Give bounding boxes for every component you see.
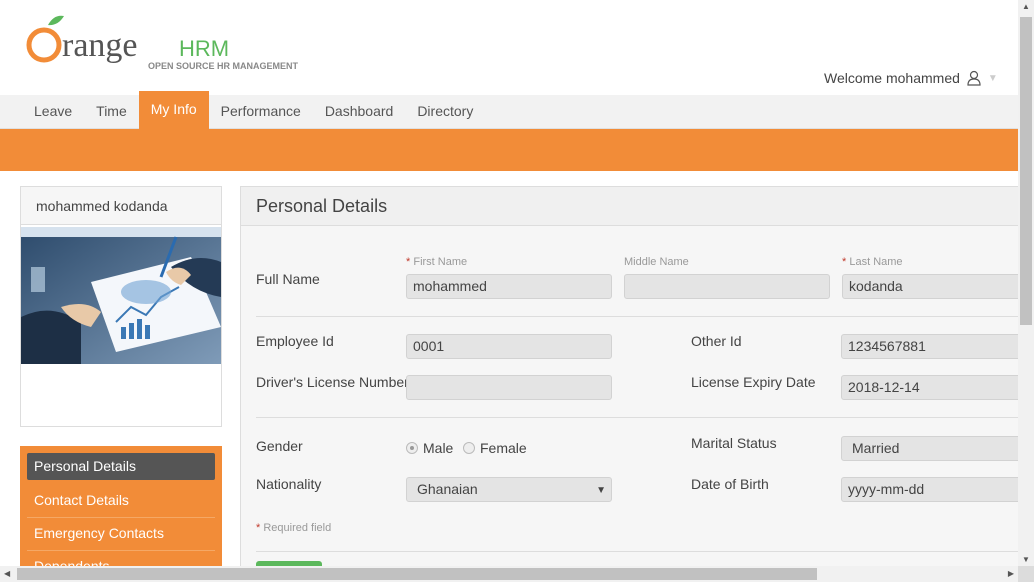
divider bbox=[256, 551, 1018, 552]
personal-details-panel: Personal Details Full Name * First Name … bbox=[240, 186, 1018, 566]
scroll-down-icon[interactable]: ▼ bbox=[1022, 555, 1030, 564]
scrollbar-corner bbox=[1018, 566, 1034, 582]
required-field-note: * Required field bbox=[256, 522, 331, 534]
employee-id-input[interactable]: 0001 bbox=[406, 334, 612, 359]
orangehrm-logo[interactable]: range HRM OPEN SOURCE HR MANAGEMENT bbox=[24, 12, 324, 72]
license-expiry-input[interactable]: 2018-12-14 bbox=[841, 375, 1018, 400]
license-number-label: Driver's License Number bbox=[256, 374, 409, 390]
profile-name: mohammed kodanda bbox=[21, 187, 221, 225]
logo-tagline: OPEN SOURCE HR MANAGEMENT bbox=[148, 61, 299, 71]
nationality-label: Nationality bbox=[256, 476, 322, 492]
required-marker: * bbox=[256, 522, 261, 534]
horizontal-scroll-thumb[interactable] bbox=[17, 568, 817, 580]
nationality-select[interactable]: Ghanaian ▼ bbox=[406, 477, 612, 502]
marital-status-label: Marital Status bbox=[691, 435, 777, 451]
license-expiry-label: License Expiry Date bbox=[691, 374, 816, 390]
last-name-input[interactable]: kodanda bbox=[842, 274, 1018, 299]
gender-female-radio[interactable]: Female bbox=[463, 440, 527, 456]
nav-performance[interactable]: Performance bbox=[209, 95, 313, 128]
panel-title: Personal Details bbox=[241, 187, 1018, 226]
other-id-label: Other Id bbox=[691, 333, 742, 349]
nationality-value: Ghanaian bbox=[417, 481, 478, 497]
profile-card: mohammed kodanda bbox=[20, 186, 222, 427]
welcome-menu[interactable]: Welcome mohammed ▼ bbox=[824, 70, 998, 86]
nav-dashboard[interactable]: Dashboard bbox=[313, 95, 406, 128]
side-item-contact-details[interactable]: Contact Details bbox=[27, 485, 215, 518]
sub-nav-bar bbox=[0, 129, 1018, 171]
dropdown-arrow-icon[interactable]: ▼ bbox=[596, 483, 606, 498]
employee-id-label: Employee Id bbox=[256, 333, 334, 349]
side-item-dependents[interactable]: Dependents bbox=[27, 551, 215, 566]
scroll-up-icon[interactable]: ▲ bbox=[1022, 2, 1030, 11]
gender-label: Gender bbox=[256, 438, 303, 454]
logo-hrm-text: HRM bbox=[179, 36, 229, 61]
gender-male-radio[interactable]: Male bbox=[406, 440, 453, 456]
last-name-label: * Last Name bbox=[842, 256, 903, 268]
last-name-label-text: Last Name bbox=[849, 256, 903, 268]
divider bbox=[256, 316, 1018, 317]
required-marker: * bbox=[842, 256, 847, 268]
nav-leave[interactable]: Leave bbox=[22, 95, 84, 128]
date-of-birth-input[interactable]: yyyy-mm-dd bbox=[841, 477, 1018, 502]
scroll-left-icon[interactable]: ◀ bbox=[4, 569, 10, 578]
first-name-label-text: First Name bbox=[413, 256, 468, 268]
gender-male-label: Male bbox=[423, 440, 454, 456]
license-number-input[interactable] bbox=[406, 375, 612, 400]
side-menu: Personal Details Contact Details Emergen… bbox=[20, 446, 222, 566]
chevron-down-icon[interactable]: ▼ bbox=[988, 73, 998, 84]
other-id-input[interactable]: 1234567881 bbox=[841, 334, 1018, 359]
radio-unselected-icon[interactable] bbox=[463, 442, 475, 454]
middle-name-input[interactable] bbox=[624, 274, 830, 299]
vertical-scroll-thumb[interactable] bbox=[1020, 17, 1032, 325]
nav-my-info[interactable]: My Info bbox=[138, 91, 209, 129]
profile-photo[interactable] bbox=[21, 227, 221, 364]
main-nav: Leave Time My Info Performance Dashboard… bbox=[0, 91, 1018, 129]
user-icon[interactable] bbox=[966, 70, 982, 86]
first-name-input[interactable]: mohammed bbox=[406, 274, 612, 299]
nav-directory[interactable]: Directory bbox=[405, 95, 485, 128]
logo-text: range bbox=[62, 27, 138, 64]
date-of-birth-label: Date of Birth bbox=[691, 476, 769, 492]
side-item-personal-details[interactable]: Personal Details bbox=[27, 453, 215, 480]
browser-viewport: range HRM OPEN SOURCE HR MANAGEMENT Welc… bbox=[0, 0, 1018, 566]
required-note-text: Required field bbox=[263, 522, 332, 534]
vertical-scrollbar[interactable]: ▲ ▼ bbox=[1018, 0, 1034, 566]
first-name-label: * First Name bbox=[406, 256, 467, 268]
gender-female-label: Female bbox=[480, 440, 527, 456]
nav-time[interactable]: Time bbox=[84, 95, 139, 128]
horizontal-scrollbar[interactable]: ◀ ▶ bbox=[0, 566, 1018, 582]
welcome-text[interactable]: Welcome mohammed bbox=[824, 70, 960, 86]
side-item-emergency-contacts[interactable]: Emergency Contacts bbox=[27, 518, 215, 551]
middle-name-label: Middle Name bbox=[624, 256, 689, 268]
scroll-right-icon[interactable]: ▶ bbox=[1008, 569, 1014, 578]
marital-status-select[interactable]: Married bbox=[841, 436, 1018, 461]
radio-selected-icon[interactable] bbox=[406, 442, 418, 454]
divider bbox=[256, 417, 1018, 418]
required-marker: * bbox=[406, 256, 411, 268]
full-name-label: Full Name bbox=[256, 271, 320, 287]
